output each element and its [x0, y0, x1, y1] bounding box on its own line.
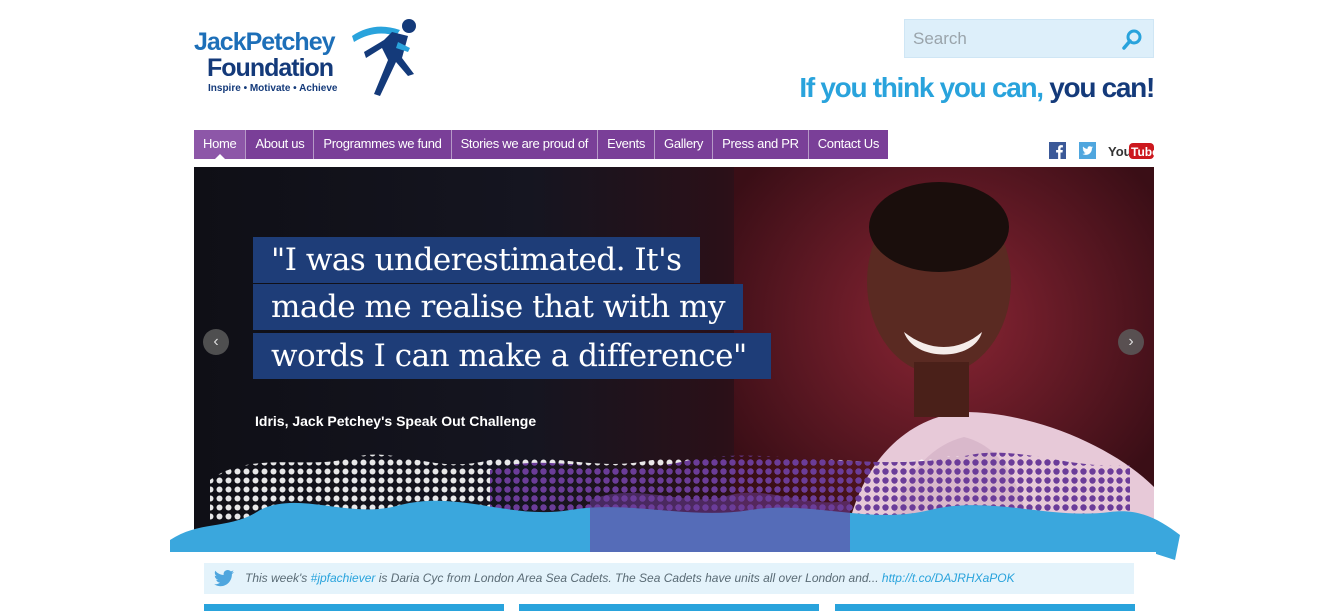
tweet-prefix: This week's: [245, 571, 311, 585]
slogan-part2: you can!: [1049, 72, 1155, 103]
nav-item-stories-we-are-proud-of[interactable]: Stories we are proud of: [451, 130, 599, 159]
twitter-bird-icon: [214, 570, 234, 587]
search-box: [904, 19, 1154, 58]
hero-quote: "I was underestimated. It's made me real…: [253, 237, 797, 405]
youtube-you-text: You: [1108, 144, 1132, 159]
search-icon[interactable]: [1121, 29, 1143, 51]
chevron-right-icon: ›: [1128, 333, 1134, 350]
tweet-text: This week's #jpfachiever is Daria Cyc fr…: [245, 563, 1015, 593]
hero-caption: Idris, Jack Petchey's Speak Out Challeng…: [255, 413, 537, 429]
youtube-icon[interactable]: You Tube: [1108, 142, 1154, 160]
slider-next-button[interactable]: ›: [1118, 329, 1144, 355]
nav-item-events[interactable]: Events: [598, 130, 656, 159]
logo[interactable]: JackPetchey Foundation Inspire • Motivat…: [194, 18, 424, 100]
nav-item-gallery[interactable]: Gallery: [655, 130, 714, 159]
nav-item-contact-us[interactable]: Contact Us: [808, 130, 889, 159]
logo-petchey: Petchey: [245, 28, 336, 56]
facebook-icon[interactable]: [1049, 142, 1066, 159]
nav-item-home[interactable]: Home: [194, 130, 247, 159]
page: JackPetchey Foundation Inspire • Motivat…: [0, 0, 1343, 611]
nav-item-press-and-pr[interactable]: Press and PR: [713, 130, 809, 159]
paint-splash-decoration: [170, 452, 1180, 580]
nav-item-about-us[interactable]: About us: [246, 130, 315, 159]
twitter-feed-bar: This week's #jpfachiever is Daria Cyc fr…: [204, 563, 1134, 594]
slogan: If you think you can, you can!: [799, 72, 1155, 104]
slogan-part1: If you think you can,: [799, 72, 1044, 103]
chevron-left-icon: ‹: [213, 333, 219, 350]
twitter-icon[interactable]: [1079, 142, 1096, 159]
nav-item-programmes-we-fund[interactable]: Programmes we fund: [314, 130, 452, 159]
content-box-3[interactable]: [835, 604, 1135, 611]
main-nav: Home About us Programmes we fund Stories…: [194, 130, 889, 159]
search-input[interactable]: [913, 20, 1113, 57]
hero-quote-line2: made me realise that with my: [253, 284, 743, 330]
logo-line1: JackPetchey: [194, 28, 336, 57]
logo-line2: Foundation: [207, 54, 334, 82]
hero-quote-line3: words I can make a difference": [253, 333, 771, 379]
tweet-body: is Daria Cyc from London Area Sea Cadets…: [375, 571, 882, 585]
tweet-url-link[interactable]: http://t.co/DAJRHXaPOK: [882, 571, 1015, 585]
slider-prev-button[interactable]: ‹: [203, 329, 229, 355]
logo-jack: Jack: [194, 28, 247, 56]
youtube-tube-text: Tube: [1131, 145, 1154, 159]
hero-quote-line1: "I was underestimated. It's: [253, 237, 700, 283]
content-box-1[interactable]: [204, 604, 504, 611]
runner-logo-icon: [352, 19, 416, 96]
logo-tagline: Inspire • Motivate • Achieve: [208, 83, 338, 94]
content-box-2[interactable]: [519, 604, 819, 611]
tweet-hashtag-link[interactable]: #jpfachiever: [311, 571, 376, 585]
